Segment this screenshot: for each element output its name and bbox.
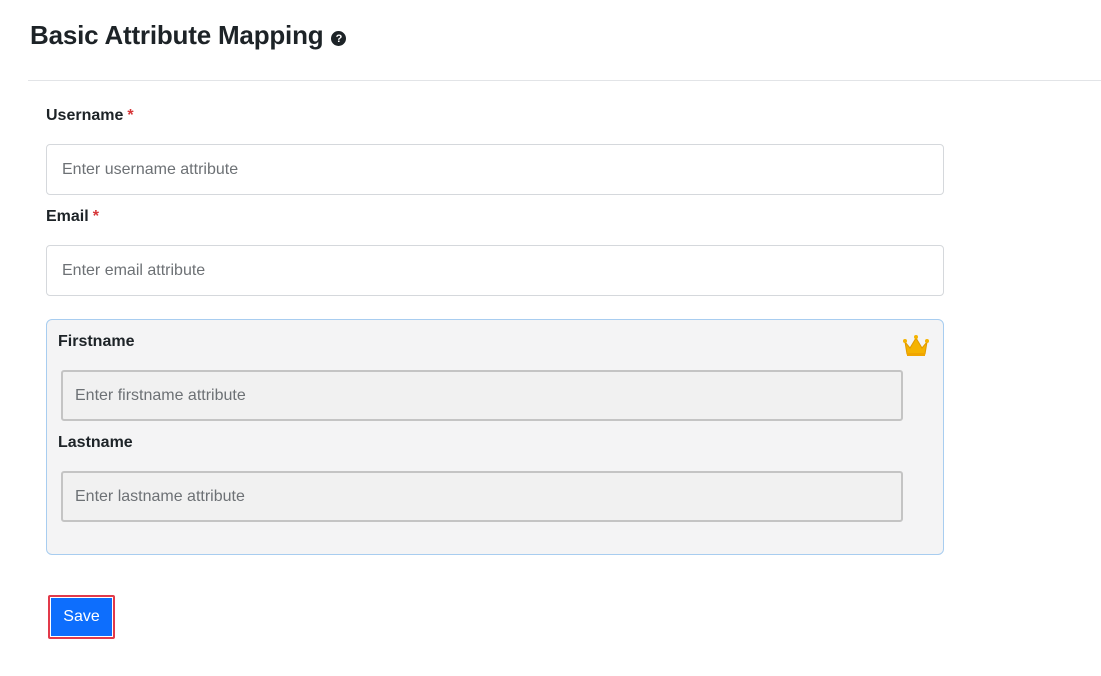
header-divider xyxy=(28,80,1101,81)
firstname-input[interactable] xyxy=(61,370,903,421)
page-header: Basic Attribute Mapping ? xyxy=(30,20,347,51)
lastname-input[interactable] xyxy=(61,471,903,522)
page-title: Basic Attribute Mapping xyxy=(30,20,324,50)
firstname-label: Firstname xyxy=(58,333,135,350)
crown-icon xyxy=(903,335,929,356)
email-input[interactable] xyxy=(46,245,944,296)
help-icon[interactable]: ? xyxy=(331,31,347,46)
username-required-marker: * xyxy=(127,107,134,124)
attribute-mapping-page: Basic Attribute Mapping ? Username* Emai… xyxy=(0,0,1101,676)
username-input[interactable] xyxy=(46,144,944,195)
save-button-label: Save xyxy=(50,597,113,637)
username-label: Username * xyxy=(46,107,134,125)
username-label-text: Username xyxy=(46,107,124,124)
email-label-text: Email xyxy=(46,208,89,225)
email-required-marker: * xyxy=(92,208,99,225)
save-button[interactable]: Save xyxy=(48,595,115,639)
email-label: Email * xyxy=(46,208,99,226)
lastname-label: Lastname xyxy=(58,434,133,451)
